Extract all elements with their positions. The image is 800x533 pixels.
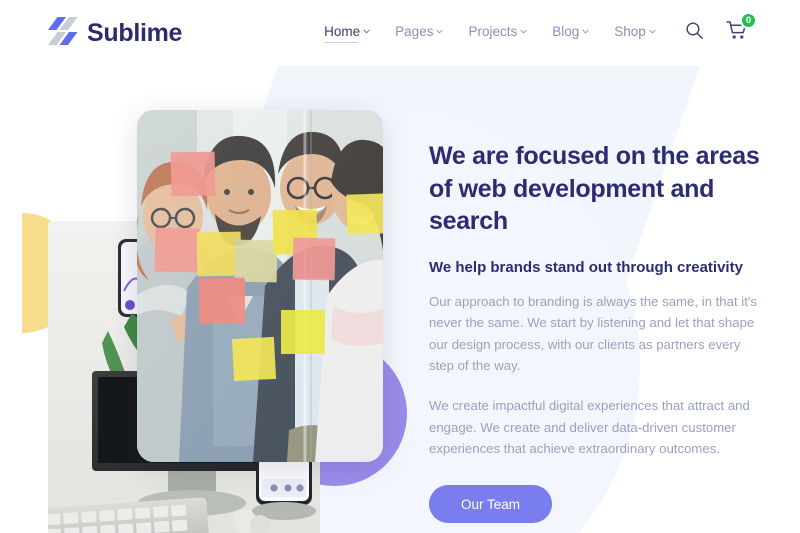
chevron-down-icon <box>436 28 444 35</box>
hero-content: We are focused on the areas of web devel… <box>429 140 769 524</box>
header-actions: 0 <box>685 12 757 46</box>
hero-subheadline: We help brands stand out through creativ… <box>429 258 743 276</box>
page-title: We are focused on the areas of web devel… <box>429 142 760 235</box>
brand-logo-link[interactable]: Sublime <box>48 16 182 50</box>
hero-paragraph-2: We create impactful digital experiences … <box>429 398 750 456</box>
chevron-down-icon <box>649 28 656 35</box>
search-button[interactable] <box>685 21 704 45</box>
nav-item-home[interactable]: Home <box>324 24 370 43</box>
team-collaboration-photo <box>137 110 383 462</box>
nav-item-label: Projects <box>468 24 518 39</box>
nav-item-shop[interactable]: Shop <box>614 24 656 42</box>
cart-button[interactable]: 0 <box>726 12 757 46</box>
hero-paragraph-1: Our approach to branding is always the s… <box>429 293 757 373</box>
chevron-down-icon <box>363 28 370 35</box>
hero-visual-group <box>0 66 430 533</box>
sublime-stripes-logo-icon <box>48 16 78 50</box>
nav-item-pages[interactable]: Pages <box>395 24 444 42</box>
nav-item-label: Pages <box>395 24 434 39</box>
site-header: Sublime Home Pages Projects Blog Shop 0 <box>0 0 800 66</box>
chevron-down-icon <box>582 28 589 35</box>
nav-item-label: Blog <box>552 24 580 39</box>
nav-item-label: Shop <box>614 24 646 39</box>
our-team-button[interactable]: Our Team <box>429 485 553 524</box>
brand-name: Sublime <box>87 18 183 47</box>
nav-item-label: Home <box>324 24 361 39</box>
nav-item-projects[interactable]: Projects <box>468 24 527 42</box>
main-navigation: Home Pages Projects Blog Shop <box>324 24 656 43</box>
nav-item-blog[interactable]: Blog <box>552 24 589 42</box>
search-icon <box>685 21 704 45</box>
cart-count-badge: 0 <box>740 12 757 29</box>
chevron-down-icon <box>520 28 527 35</box>
